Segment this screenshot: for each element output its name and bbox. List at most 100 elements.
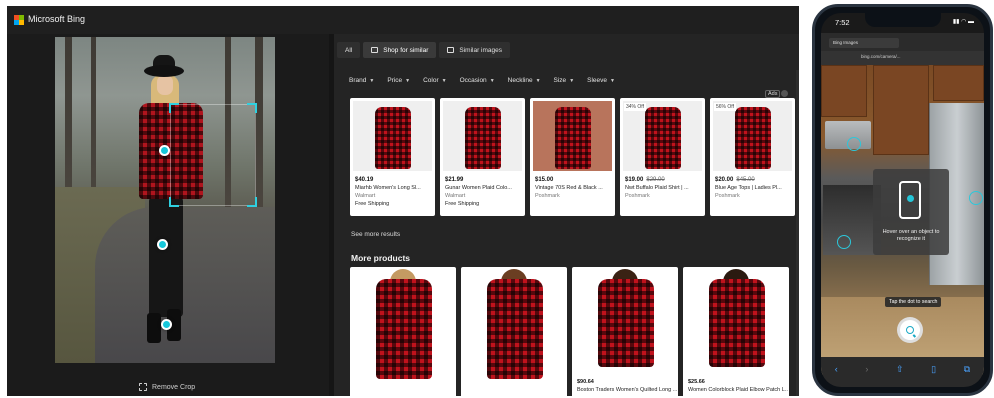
road bbox=[95, 207, 275, 363]
product-image bbox=[533, 101, 612, 171]
filter-sleeve[interactable]: Sleeve ▼ bbox=[587, 77, 615, 84]
product-price: $40.19 bbox=[355, 177, 374, 183]
browser-tab[interactable]: Bing Images bbox=[829, 38, 899, 48]
plaid-shirt-image bbox=[487, 279, 543, 379]
product-card[interactable] bbox=[350, 267, 456, 396]
product-store: Walmart bbox=[355, 193, 376, 199]
tab-similar-images[interactable]: Similar images bbox=[439, 42, 511, 58]
product-card[interactable]: 34% Off $19.00 $29.00 Nwt Buffalo Plaid S… bbox=[620, 98, 705, 216]
more-products-heading: More products bbox=[351, 253, 411, 263]
target-dot-icon bbox=[907, 195, 914, 202]
chevron-down-icon: ▼ bbox=[405, 78, 411, 84]
crop-icon bbox=[139, 383, 147, 391]
microsoft-logo-icon[interactable] bbox=[14, 15, 24, 25]
visual-search-button[interactable] bbox=[897, 317, 923, 343]
product-card[interactable] bbox=[461, 267, 567, 396]
crop-handle-bottom-right[interactable] bbox=[247, 197, 257, 207]
address-bar[interactable]: bing.com/camera/... bbox=[821, 51, 984, 65]
filter-label: Price bbox=[387, 77, 403, 84]
brand-name[interactable]: Microsoft Bing bbox=[28, 14, 85, 24]
detection-ring[interactable] bbox=[847, 137, 861, 151]
hover-hint-panel: Hover over an object to recognize it bbox=[873, 169, 949, 255]
tab-all[interactable]: All bbox=[337, 42, 361, 58]
product-price: $21.99 bbox=[445, 177, 464, 183]
product-card[interactable]: $40.19 Miarhb Women's Long Sl... Walmart… bbox=[350, 98, 435, 216]
product-card[interactable]: 56% Off $20.00 $45.00 Blue Age Tops | Lad… bbox=[710, 98, 795, 216]
bookmarks-icon[interactable]: ▯ bbox=[931, 364, 936, 375]
filter-label: Neckline bbox=[507, 77, 533, 84]
hotspot-shirt[interactable] bbox=[159, 145, 170, 156]
see-more-results-link[interactable]: See more results bbox=[351, 231, 400, 238]
plaid-shirt-image bbox=[598, 279, 654, 367]
product-image bbox=[713, 101, 792, 171]
more-products-grid: $90.64 Boston Traders Women's Quilted Lo… bbox=[350, 267, 789, 396]
hotspot-boots[interactable] bbox=[161, 319, 172, 330]
chevron-down-icon: ▼ bbox=[610, 78, 615, 84]
crop-selection-box[interactable] bbox=[169, 103, 257, 207]
detection-ring[interactable] bbox=[837, 235, 851, 249]
filter-neckline[interactable]: Neckline ▼ bbox=[508, 77, 541, 84]
browser-toolbar: ‹ › ⇧ ▯ ⧉ bbox=[821, 357, 984, 387]
tabs-icon[interactable]: ⧉ bbox=[964, 364, 970, 375]
tab-shop-for-similar[interactable]: Shop for similar bbox=[363, 42, 437, 58]
product-price: $19.00 $29.00 bbox=[625, 177, 665, 183]
back-icon[interactable]: ‹ bbox=[835, 364, 838, 374]
person-hat-brim bbox=[144, 65, 184, 77]
person-face bbox=[157, 75, 173, 95]
product-card[interactable]: $25.66 Women Colorblock Plaid Elbow Patc… bbox=[683, 267, 789, 396]
product-title: Women Colorblock Plaid Elbow Patch L... bbox=[688, 387, 788, 393]
upper-cabinet bbox=[933, 65, 984, 101]
remove-crop-button[interactable]: Remove Crop bbox=[139, 383, 195, 391]
filter-price[interactable]: Price ▼ bbox=[387, 77, 410, 84]
info-icon[interactable] bbox=[781, 90, 788, 97]
filter-occasion[interactable]: Occasion ▼ bbox=[460, 77, 495, 84]
product-card[interactable]: $90.64 Boston Traders Women's Quilted Lo… bbox=[572, 267, 678, 396]
results-tabs: All Shop for similar Similar images bbox=[337, 42, 511, 58]
results-scrollbar[interactable] bbox=[796, 70, 799, 396]
filter-label: Color bbox=[423, 77, 439, 84]
product-image bbox=[443, 101, 522, 171]
forward-icon[interactable]: › bbox=[865, 364, 868, 374]
discount-badge: 56% Off bbox=[714, 103, 736, 111]
tree-trunk bbox=[255, 37, 263, 217]
original-price: $29.00 bbox=[646, 177, 665, 183]
product-card[interactable]: $15.00 Vintage 70S Red & Black ... Poshm… bbox=[530, 98, 615, 216]
tap-tip: Tap the dot to search bbox=[885, 297, 942, 307]
product-store: Poshmark bbox=[625, 193, 650, 199]
detection-ring[interactable] bbox=[969, 191, 983, 205]
phone-notch bbox=[865, 13, 941, 27]
phone-screen: Hover over an object to recognize it 7:5… bbox=[821, 13, 984, 387]
chevron-down-icon: ▼ bbox=[535, 78, 541, 84]
address-bar-url: bing.com/camera/... bbox=[861, 54, 901, 59]
image-icon bbox=[447, 47, 455, 53]
person-jeans bbox=[149, 197, 183, 317]
chevron-down-icon: ▼ bbox=[569, 78, 575, 84]
filter-label: Sleeve bbox=[587, 77, 608, 84]
hotspot-jeans[interactable] bbox=[157, 239, 168, 250]
discount-badge: 34% Off bbox=[624, 103, 646, 111]
product-price: $20.00 $45.00 bbox=[715, 177, 755, 183]
phone-icon bbox=[899, 181, 921, 219]
top-bar: Microsoft Bing bbox=[7, 6, 799, 34]
product-title: Nwt Buffalo Plaid Shirt | ... bbox=[625, 185, 689, 191]
plaid-shirt-image bbox=[375, 107, 411, 169]
crop-handle-bottom-left[interactable] bbox=[169, 197, 179, 207]
plaid-shirt-image bbox=[465, 107, 501, 169]
filter-size[interactable]: Size ▼ bbox=[554, 77, 575, 84]
filter-color[interactable]: Color ▼ bbox=[423, 77, 447, 84]
plaid-shirt-image bbox=[709, 279, 765, 367]
plaid-shirt-image bbox=[555, 107, 591, 169]
product-price: $90.64 bbox=[577, 379, 594, 385]
crop-handle-top-left[interactable] bbox=[169, 103, 179, 113]
original-price: $45.00 bbox=[736, 177, 755, 183]
crop-handle-top-right[interactable] bbox=[247, 103, 257, 113]
product-price: $25.66 bbox=[688, 379, 705, 385]
filter-bar: Brand ▼ Price ▼ Color ▼ Occasion ▼ Neckline ▼… bbox=[349, 77, 628, 84]
results-pane: All Shop for similar Similar images Bran… bbox=[334, 34, 799, 396]
plaid-shirt-image bbox=[376, 279, 432, 379]
filter-brand[interactable]: Brand ▼ bbox=[349, 77, 374, 84]
product-card[interactable]: $21.99 Gunar Women Plaid Colo... Walmart… bbox=[440, 98, 525, 216]
share-icon[interactable]: ⇧ bbox=[896, 364, 904, 375]
bing-visual-search-window: Microsoft Bing Remove Crop All Shop for … bbox=[7, 6, 799, 396]
upper-cabinet bbox=[873, 65, 929, 155]
